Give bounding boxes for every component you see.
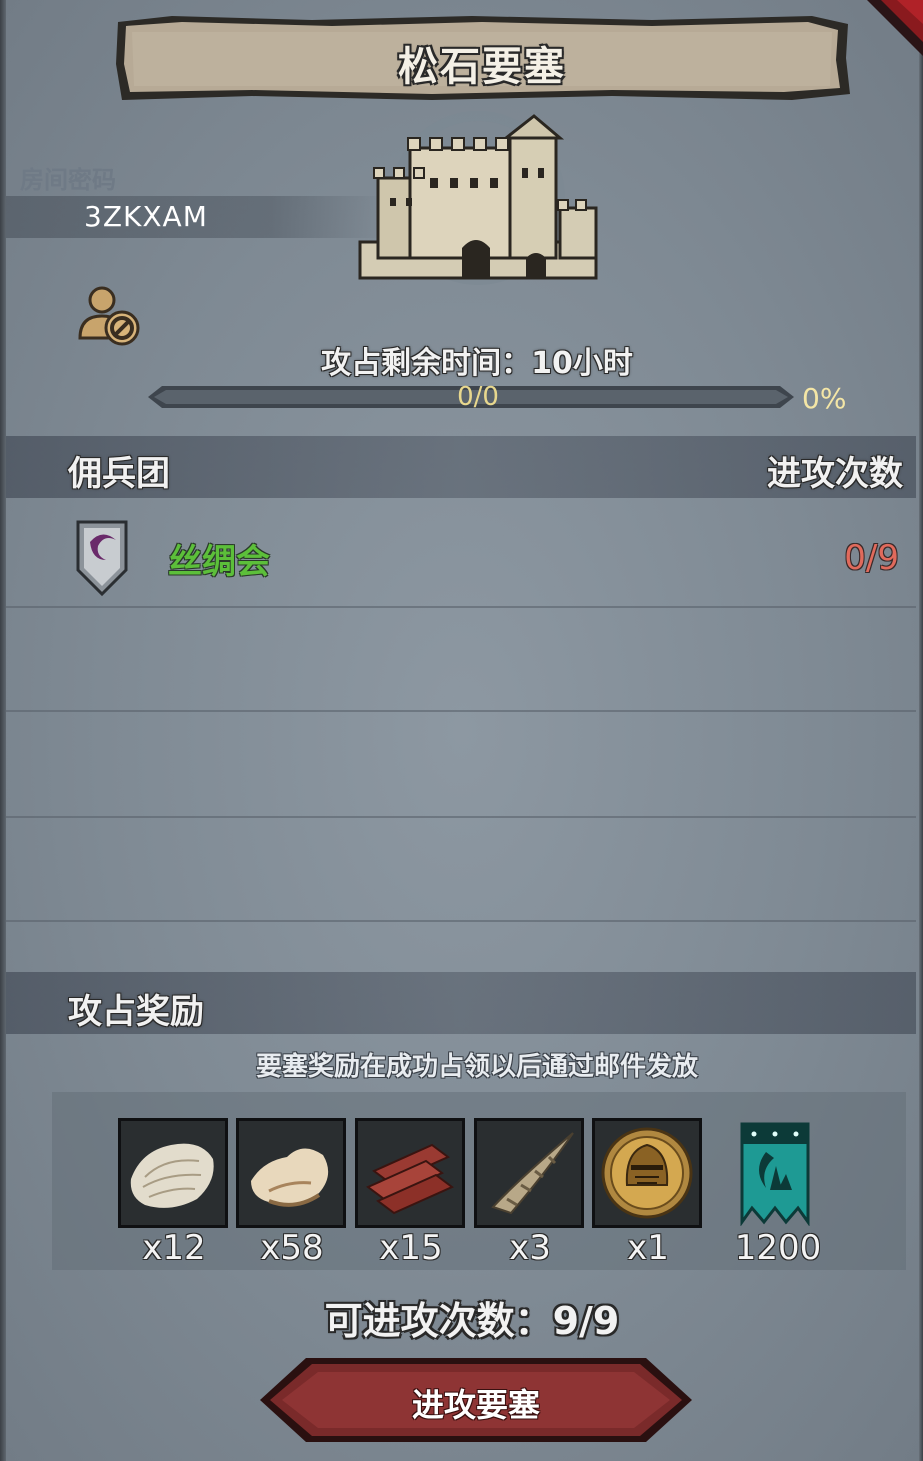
attack-fortress-button[interactable]: 进攻要塞: [260, 1356, 692, 1444]
mercenary-header: 佣兵团: [68, 454, 170, 494]
right-frame-border: [919, 0, 923, 1461]
fortress-icon: [358, 111, 598, 285]
reward-fur-pelt[interactable]: [118, 1118, 228, 1228]
capture-timer: 攻占剩余时间：10小时: [321, 346, 633, 381]
reward-horn[interactable]: [474, 1118, 584, 1228]
reward-qty: x1: [627, 1228, 669, 1268]
wood-planks-icon: [358, 1121, 462, 1225]
room-code-value[interactable]: 3ZKXAM: [84, 200, 208, 233]
rewards-note: 要塞奖励在成功占领以后通过邮件发放: [255, 1052, 698, 1082]
page-title: 松石要塞: [398, 44, 566, 90]
hide-pelt-icon: [239, 1121, 343, 1225]
guild-shield-icon: [76, 520, 128, 597]
attack-count-header: 进攻次数: [767, 454, 903, 494]
row-divider: [6, 920, 916, 922]
reward-wood-planks[interactable]: [355, 1118, 465, 1228]
guild-banner-icon[interactable]: [740, 1122, 810, 1226]
row-divider: [6, 816, 916, 818]
guild-attack-count: 0/9: [844, 538, 899, 578]
horn-icon: [477, 1121, 581, 1225]
reward-hide-pelt[interactable]: [236, 1118, 346, 1228]
row-divider: [6, 710, 916, 712]
reward-knight-medal[interactable]: [592, 1118, 702, 1228]
knight-helmet-medal-icon: [595, 1121, 699, 1225]
reward-qty: x12: [142, 1228, 206, 1268]
progress-count: 0/0: [457, 382, 499, 412]
reward-qty: x3: [509, 1228, 551, 1268]
title-plaque: 松石要塞: [112, 14, 852, 102]
attacks-available: 可进攻次数：9/9: [324, 1299, 620, 1343]
fur-pelt-icon: [121, 1121, 225, 1225]
room-code-label: 房间密码: [20, 166, 116, 194]
rewards-header: 攻占奖励: [68, 992, 204, 1032]
attack-fortress-label: 进攻要塞: [411, 1386, 540, 1424]
row-divider: [6, 606, 916, 608]
guild-name[interactable]: 丝绸会: [168, 534, 270, 583]
reward-qty: 1200: [734, 1228, 822, 1268]
reward-qty: x58: [260, 1228, 324, 1268]
progress-percent: 0%: [802, 382, 847, 415]
reward-qty: x15: [379, 1228, 443, 1268]
